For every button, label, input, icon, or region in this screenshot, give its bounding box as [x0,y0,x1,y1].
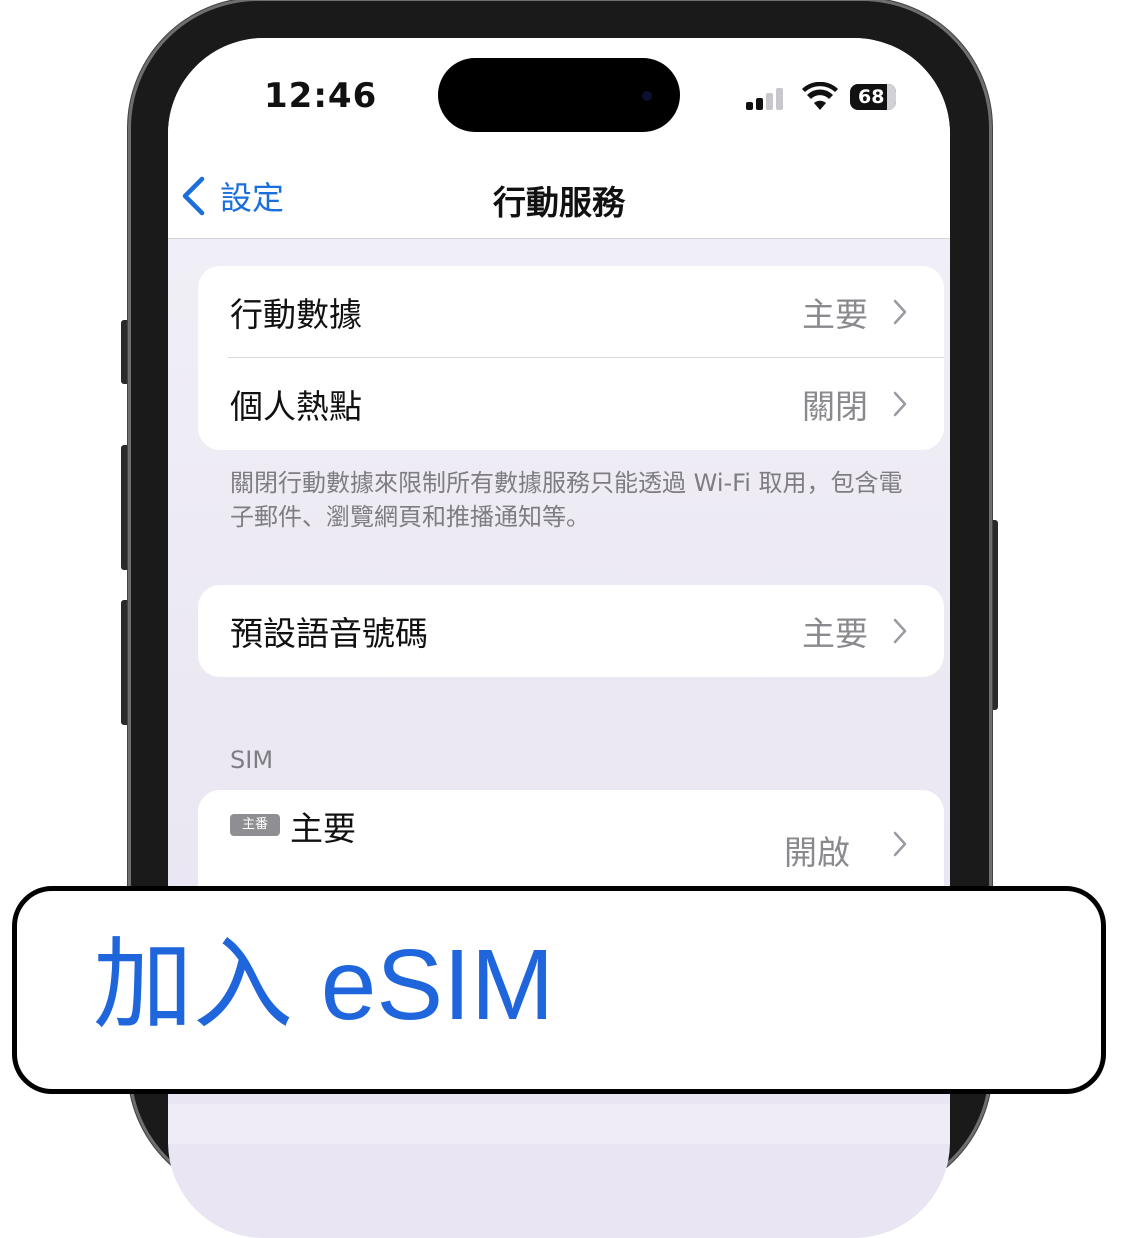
camera-icon [642,91,652,101]
row-value: 主要 [802,295,868,334]
row-value: 主要 [802,614,868,653]
group-footer-note: 關閉行動數據來限制所有數據服務只能透過 Wi-Fi 取用，包含電子郵件、瀏覽網頁… [230,469,903,531]
add-esim-callout[interactable]: 加入 eSIM [12,886,1106,1094]
row-label: 行動數據 [230,295,362,334]
settings-group-data: 行動數據 主要 個人熱點 關閉 [198,266,944,450]
navigation-bar: 設定 行動服務 [168,158,950,239]
row-label: 預設語音號碼 [230,614,428,653]
row-cellular-data[interactable]: 行動數據 主要 [198,266,944,358]
chevron-right-icon [893,831,907,857]
wifi-icon [802,82,838,110]
status-bar: 12:46 68 [168,38,950,158]
dynamic-island [438,58,680,132]
chevron-right-icon [893,299,907,325]
row-label: 個人熱點 [230,387,362,426]
chevron-right-icon [893,391,907,417]
row-value: 關閉 [802,387,868,426]
section-header-sim: SIM [230,746,274,774]
row-personal-hotspot[interactable]: 個人熱點 關閉 [198,358,944,450]
cellular-signal-icon [746,86,790,110]
settings-group-voice: 預設語音號碼 主要 [198,585,944,677]
chevron-right-icon [893,618,907,644]
screen-bottom-strip [168,1104,950,1144]
battery-icon: 68 [850,84,896,110]
callout-text: 加入 eSIM [93,929,555,1041]
status-time: 12:46 [264,76,378,116]
sim-badge: 主番 [230,814,280,836]
page-title: 行動服務 [493,183,625,222]
sim-label: 主要 [290,809,356,848]
sim-status-value: 開啟 [784,833,850,872]
row-default-voice-line[interactable]: 預設語音號碼 主要 [198,585,944,677]
